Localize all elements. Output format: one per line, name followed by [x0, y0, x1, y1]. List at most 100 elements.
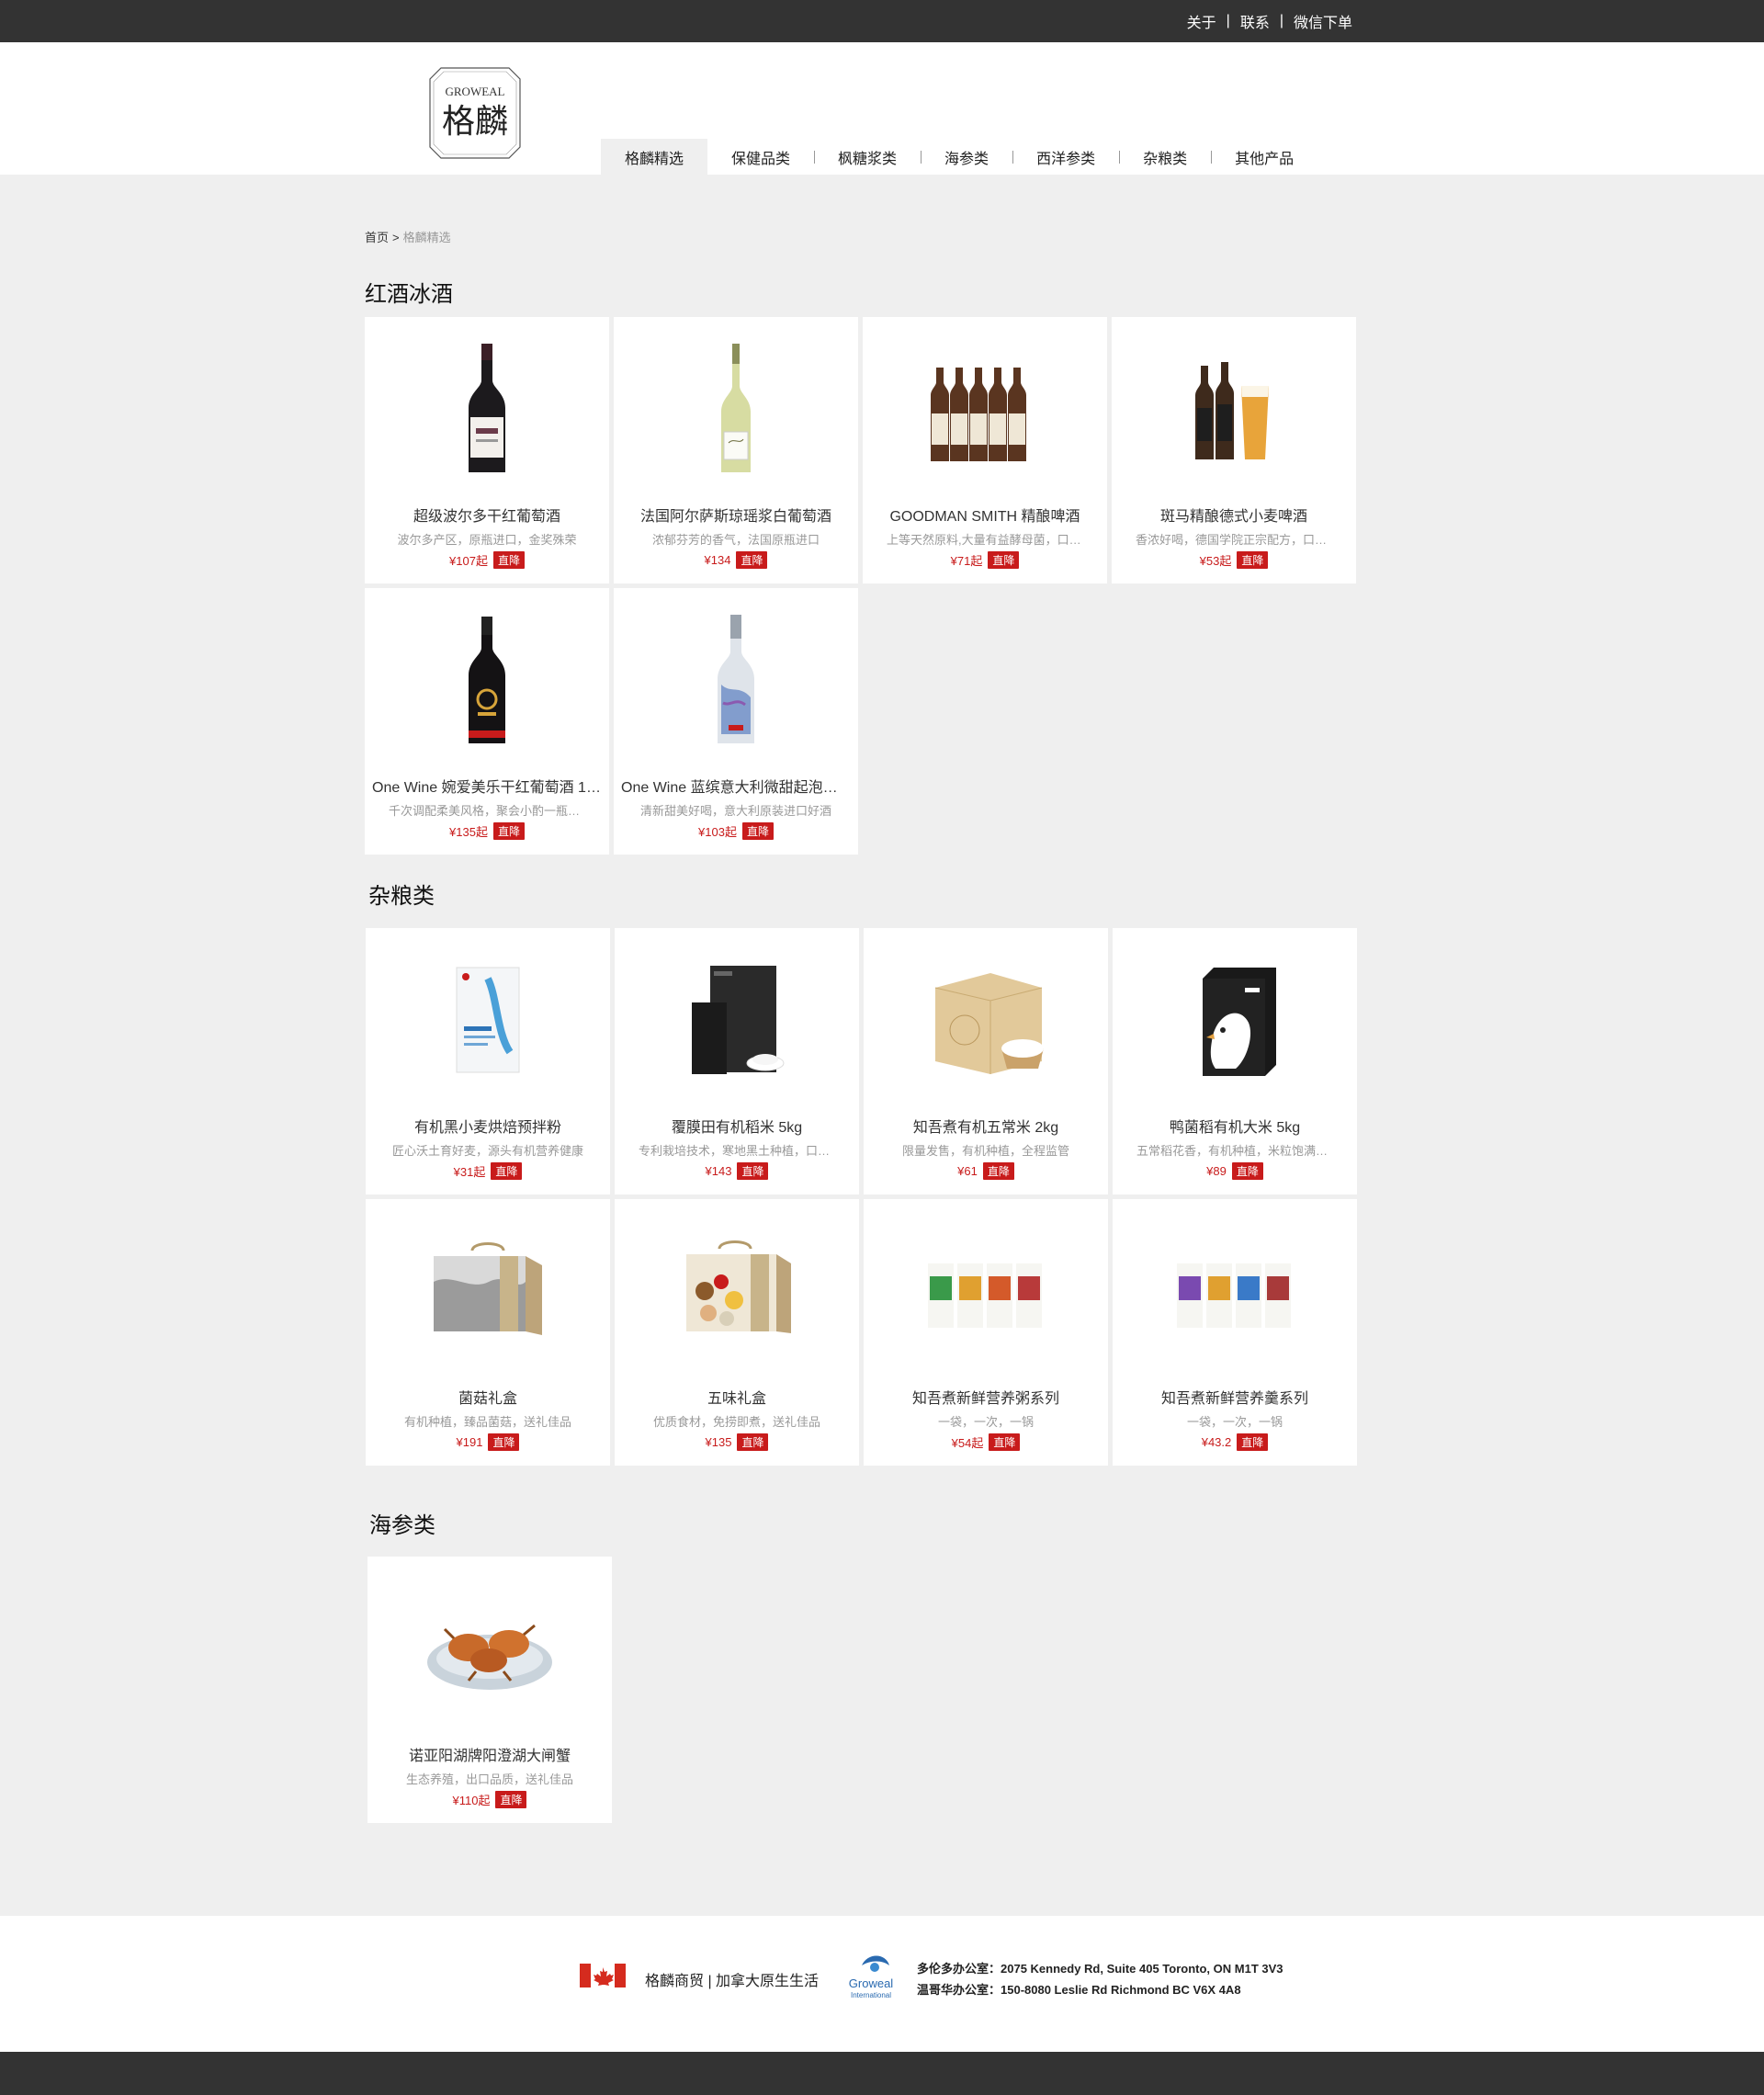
price-drop-badge: 直降	[1237, 551, 1269, 569]
product-card[interactable]: 诺亚阳湖牌阳澄湖大闸蟹 生态养殖，出口品质，送礼佳品 ¥110起 直降	[368, 1557, 612, 1823]
top-links: 关于 | 联系 | 微信下单	[1187, 0, 1352, 42]
rice-kraft-box-icon	[934, 973, 1044, 1074]
groweal-international-logo: Groweal International	[849, 1955, 894, 1999]
logo-en: GROWEAL	[446, 85, 505, 98]
site-header: GROWEAL 格麟 格麟精选 保健品类 枫糖浆类 海参类 西洋参类 杂粮类 其…	[0, 42, 1764, 175]
product-price: ¥89	[1206, 1164, 1227, 1178]
price-row: ¥107起 直降	[365, 551, 609, 569]
product-name: 超级波尔多干红葡萄酒	[413, 509, 560, 525]
logo-cn: 格麟	[442, 103, 508, 141]
product-desc: 上等天然原料,大量有益酵母菌，口感醇厚	[887, 533, 1083, 547]
product-price: ¥107起	[449, 554, 488, 568]
product-card[interactable]: One Wine 婉爱美乐干红葡萄酒 187ml 千次调配柔美风格，聚会小酌一瓶…	[365, 588, 609, 855]
product-card[interactable]: 法国阿尔萨斯琼瑶浆白葡萄酒 浓郁芬芳的香气，法国原瓶进口 ¥134 直降	[614, 317, 858, 583]
price-row: ¥61 直降	[864, 1162, 1108, 1180]
product-image	[1112, 317, 1356, 501]
product-card[interactable]: 知吾煮新鲜营养羹系列 一袋，一次，一锅 ¥43.2 直降	[1113, 1199, 1357, 1466]
price-drop-badge: 直降	[736, 551, 768, 569]
footer-addresses: 多伦多办公室：2075 Kennedy Rd, Suite 405 Toront…	[917, 1958, 1283, 2000]
product-desc: 一袋，一次，一锅	[937, 1415, 1034, 1429]
product-name: 知吾煮新鲜营养羹系列	[1160, 1391, 1308, 1407]
nav-tab-groweal-select[interactable]: 格麟精选	[601, 139, 708, 175]
nav-tab-other[interactable]: 其他产品	[1211, 139, 1317, 175]
product-desc: 千次调配柔美风格，聚会小酌一瓶正好	[389, 804, 585, 818]
nav-label: 杂粮类	[1143, 151, 1188, 167]
beer-bottles-glass-icon	[1195, 362, 1269, 459]
price-row: ¥135起 直降	[365, 822, 609, 840]
product-card[interactable]: 鸭菌稻有机大米 5kg 五常稻花香，有机种植，米粒饱满晶莹 ¥89 直降	[1113, 928, 1357, 1195]
section-title-sea-cucumber: 海参类	[369, 1513, 435, 1538]
product-desc: 浓郁芬芳的香气，法国原瓶进口	[651, 533, 820, 547]
product-card[interactable]: 知吾煮新鲜营养粥系列 一袋，一次，一锅 ¥54起 直降	[864, 1199, 1108, 1466]
product-price: ¥71起	[950, 554, 983, 568]
breadcrumb-current: 格麟精选	[402, 231, 451, 244]
breadcrumb-separator: >	[392, 231, 400, 244]
product-image	[366, 928, 610, 1112]
product-desc: 专利栽培技术，寒地黑土种植，口感软糯	[639, 1144, 835, 1158]
nav-label: 枫糖浆类	[838, 151, 898, 167]
product-card[interactable]: 知吾煮有机五常米 2kg 限量发售，有机种植，全程监管 ¥61 直降	[864, 928, 1108, 1195]
soup-packs-icon	[1177, 1263, 1291, 1328]
groweal-logo[interactable]: GROWEAL 格麟	[428, 66, 522, 160]
top-link-separator: |	[1279, 13, 1283, 28]
white-wine-bottle-icon	[721, 344, 751, 472]
section-title-wine: 红酒冰酒	[365, 282, 453, 307]
price-row: ¥89 直降	[1113, 1162, 1357, 1180]
product-desc: 匠心沃土育好麦，源头有机营养健康	[391, 1144, 583, 1158]
nav-tab-grains[interactable]: 杂粮类	[1119, 139, 1211, 175]
price-drop-badge: 直降	[491, 1162, 523, 1180]
price-drop-badge: 直降	[741, 822, 774, 840]
price-row: ¥54起 直降	[864, 1433, 1108, 1451]
product-name: 鸭菌稻有机大米 5kg	[1169, 1120, 1301, 1136]
product-card[interactable]: GOODMAN SMITH 精酿啤酒 上等天然原料,大量有益酵母菌，口感醇厚 ¥…	[863, 317, 1107, 583]
price-drop-badge: 直降	[1231, 1162, 1263, 1180]
product-card[interactable]: 覆膜田有机稻米 5kg 专利栽培技术，寒地黑土种植，口感软糯 ¥143 直降	[615, 928, 859, 1195]
price-drop-badge: 直降	[495, 1791, 527, 1808]
product-card[interactable]: 斑马精酿德式小麦啤酒 香浓好喝，德国学院正宗配方，口感纯正 ¥53起 直降	[1112, 317, 1356, 583]
product-image	[366, 1199, 610, 1383]
product-image	[365, 317, 609, 501]
breadcrumb-home[interactable]: 首页	[365, 231, 389, 244]
product-price: ¥53起	[1199, 554, 1232, 568]
product-price: ¥134	[704, 553, 731, 567]
product-price: ¥61	[957, 1164, 978, 1178]
top-bar: 关于 | 联系 | 微信下单	[0, 0, 1764, 42]
product-image	[863, 317, 1107, 501]
footer-slogan: 格麟商贸 | 加拿大原生生活	[645, 1974, 820, 1989]
price-drop-badge: 直降	[488, 1433, 520, 1451]
nav-tab-health[interactable]: 保健品类	[707, 139, 814, 175]
product-grid-sea-cucumber: 诺亚阳湖牌阳澄湖大闸蟹 生态养殖，出口品质，送礼佳品 ¥110起 直降	[368, 1557, 1359, 1823]
product-desc: 有机种植，臻品菌菇，送礼佳品	[403, 1415, 571, 1429]
price-row: ¥53起 直降	[1112, 551, 1356, 569]
crab-plate-icon	[427, 1624, 552, 1690]
nav-label: 保健品类	[731, 151, 791, 167]
top-link-contact[interactable]: 联系	[1240, 10, 1270, 32]
nav-tab-sea-cucumber[interactable]: 海参类	[921, 139, 1012, 175]
nav-tab-ginseng[interactable]: 西洋参类	[1012, 139, 1119, 175]
product-desc: 生态养殖，出口品质，送礼佳品	[405, 1772, 573, 1786]
nav-label: 其他产品	[1235, 151, 1295, 167]
footer-brand-name: Groweal	[849, 1976, 894, 1990]
product-desc: 优质食材，免捞即煮，送礼佳品	[652, 1415, 820, 1429]
product-card[interactable]: 菌菇礼盒 有机种植，臻品菌菇，送礼佳品 ¥191 直降	[366, 1199, 610, 1466]
product-desc: 一袋，一次，一锅	[1186, 1415, 1283, 1429]
price-drop-badge: 直降	[982, 1162, 1014, 1180]
product-image	[1113, 928, 1357, 1112]
product-price: ¥54起	[951, 1436, 984, 1450]
price-drop-badge: 直降	[737, 1433, 769, 1451]
product-name: 五味礼盒	[707, 1391, 766, 1407]
product-name: GOODMAN SMITH 精酿啤酒	[889, 509, 1080, 525]
product-card[interactable]: 有机黑小麦烘焙预拌粉 匠心沃土育好麦，源头有机营养健康 ¥31起 直降	[366, 928, 610, 1195]
product-card[interactable]: 五味礼盒 优质食材，免捞即煮，送礼佳品 ¥135 直降	[615, 1199, 859, 1466]
porridge-packs-icon	[928, 1263, 1042, 1328]
top-link-about[interactable]: 关于	[1187, 10, 1216, 32]
top-link-wechat-order[interactable]: 微信下单	[1294, 10, 1352, 32]
nav-tab-maple-syrup[interactable]: 枫糖浆类	[814, 139, 921, 175]
product-image	[615, 928, 859, 1112]
price-drop-badge: 直降	[989, 1433, 1021, 1451]
product-card[interactable]: 超级波尔多干红葡萄酒 波尔多产区，原瓶进口，金奖殊荣 ¥107起 直降	[365, 317, 609, 583]
product-image	[615, 1199, 859, 1383]
small-wine-bottle-icon	[469, 617, 505, 743]
product-price: ¥135起	[449, 825, 488, 839]
product-card[interactable]: One Wine 蓝缤意大利微甜起泡酒 750ml 清新甜美好喝，意大利原装进口…	[614, 588, 858, 855]
